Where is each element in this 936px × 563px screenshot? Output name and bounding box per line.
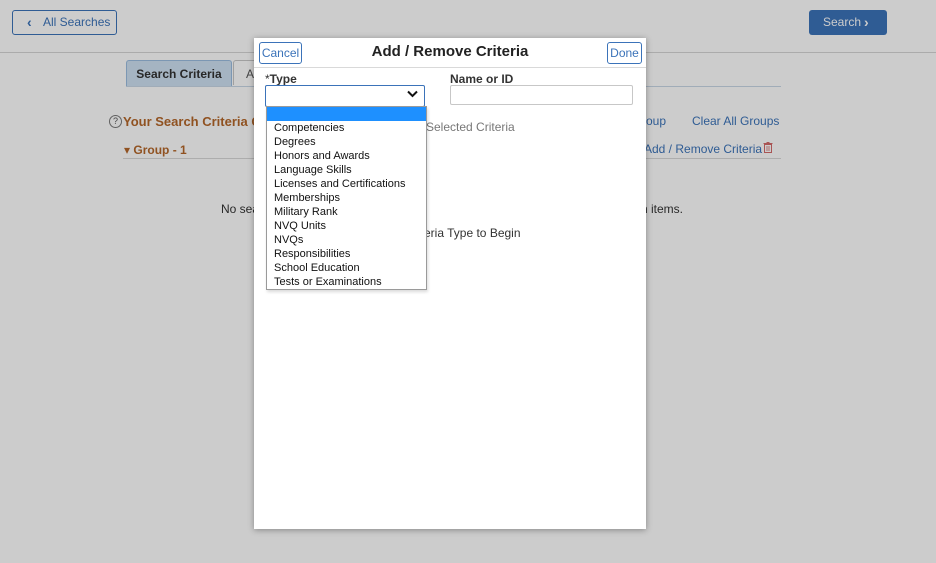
type-select[interactable] bbox=[265, 85, 425, 107]
type-label-text: Type bbox=[269, 72, 297, 86]
type-options: Competencies Degrees Honors and Awards L… bbox=[267, 121, 426, 289]
type-option[interactable]: Language Skills bbox=[267, 163, 426, 177]
chevron-down-svg bbox=[407, 90, 418, 98]
modal-title: Add / Remove Criteria bbox=[371, 43, 529, 60]
begin-hint-text: riteria Type to Begin bbox=[414, 226, 521, 240]
type-option[interactable]: Competencies bbox=[267, 121, 426, 135]
type-label: *Type bbox=[265, 72, 297, 86]
name-or-id-label: Name or ID bbox=[450, 72, 514, 86]
type-dropdown-list: Competencies Degrees Honors and Awards L… bbox=[266, 106, 427, 290]
modal-header: Cancel Add / Remove Criteria Done bbox=[254, 38, 646, 68]
type-option[interactable]: NVQ Units bbox=[267, 219, 426, 233]
type-option[interactable]: Responsibilities bbox=[267, 247, 426, 261]
type-option[interactable]: Tests or Examinations bbox=[267, 275, 426, 289]
type-option[interactable]: Memberships bbox=[267, 191, 426, 205]
type-option[interactable]: School Education bbox=[267, 261, 426, 275]
chevron-down-icon bbox=[407, 87, 418, 101]
type-option-blank-selected[interactable] bbox=[267, 107, 426, 121]
selected-criteria-label: Selected Criteria bbox=[426, 120, 515, 134]
type-option[interactable]: Licenses and Certifications bbox=[267, 177, 426, 191]
type-option[interactable]: Honors and Awards bbox=[267, 149, 426, 163]
type-option[interactable]: Degrees bbox=[267, 135, 426, 149]
type-option[interactable]: NVQs bbox=[267, 233, 426, 247]
done-button[interactable]: Done bbox=[607, 42, 642, 64]
type-option[interactable]: Military Rank bbox=[267, 205, 426, 219]
name-or-id-input[interactable] bbox=[450, 85, 633, 105]
